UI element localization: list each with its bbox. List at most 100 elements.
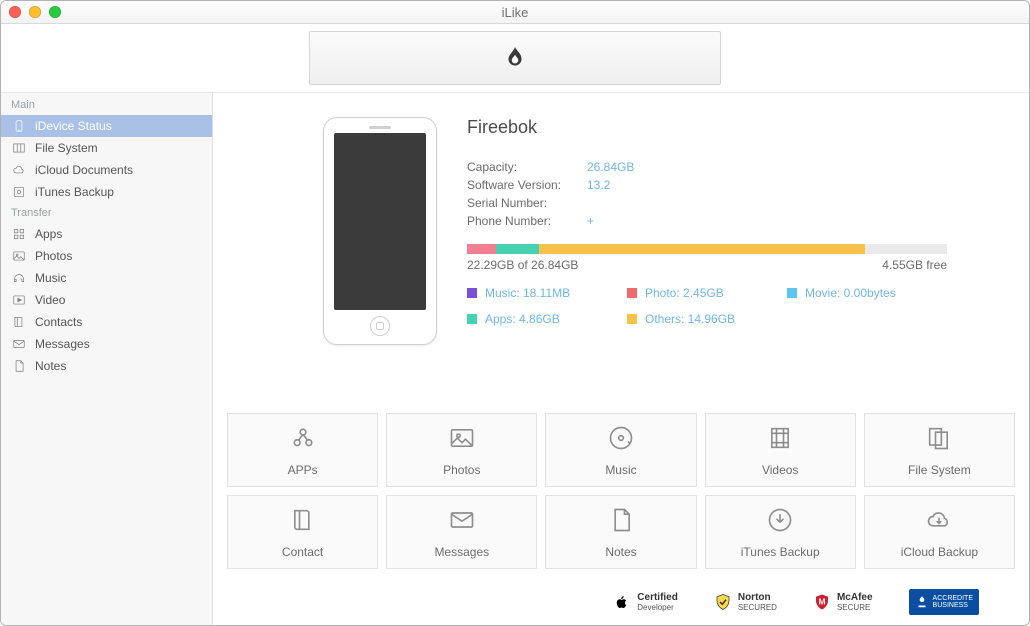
sidebar-item-label: iCloud Documents — [35, 163, 133, 177]
bbb-icon — [915, 593, 929, 611]
sidebar-item-idevice-status[interactable]: iDevice Status — [1, 115, 212, 137]
sidebar-item-label: iDevice Status — [35, 119, 112, 133]
tile-label: Notes — [605, 545, 636, 559]
mail-icon — [11, 337, 27, 351]
main-panel: Fireebok Capacity:26.84GB Software Versi… — [213, 93, 1029, 625]
badge-mcafee: M McAfeeSECURE — [813, 592, 873, 612]
svg-text:M: M — [819, 597, 826, 606]
sidebar-item-label: Video — [35, 293, 65, 307]
legend-text: Music: 18.11MB — [485, 286, 570, 300]
tile-notes[interactable]: Notes — [545, 495, 696, 569]
sidebar-item-messages[interactable]: Messages — [1, 333, 212, 355]
legend-swatch — [467, 314, 477, 324]
version-label: Software Version: — [467, 176, 587, 194]
used-text: 22.29GB of 26.84GB — [467, 258, 578, 272]
legend-item: Photo: 2.45GB — [627, 286, 787, 300]
legend-text: Movie: 0.00bytes — [805, 286, 896, 300]
film-icon — [766, 424, 794, 455]
sidebar-item-apps[interactable]: Apps — [1, 223, 212, 245]
free-text: 4.55GB free — [882, 258, 947, 272]
note-icon — [11, 359, 27, 373]
legend-item: Music: 18.11MB — [467, 286, 627, 300]
titlebar: iLike — [1, 1, 1029, 24]
sidebar-item-icloud-docs[interactable]: iCloud Documents — [1, 159, 212, 181]
legend-text: Others: 14.96GB — [645, 312, 735, 326]
tile-apps[interactable]: APPs — [227, 413, 378, 487]
headphones-icon — [11, 271, 27, 285]
storage-seg-apps — [496, 244, 539, 254]
sidebar-section-header: Main — [1, 95, 212, 115]
phone-label: Phone Number: — [467, 212, 587, 230]
legend-text: Photo: 2.45GB — [645, 286, 724, 300]
sidebar-item-contacts[interactable]: Contacts — [1, 311, 212, 333]
capacity-label: Capacity: — [467, 158, 587, 176]
download-icon — [766, 506, 794, 537]
tile-messages[interactable]: Messages — [386, 495, 537, 569]
tile-contact[interactable]: Contact — [227, 495, 378, 569]
sidebar-item-file-system[interactable]: File System — [1, 137, 212, 159]
files-icon — [925, 424, 953, 455]
sidebar-item-label: File System — [35, 141, 98, 155]
serial-label: Serial Number: — [467, 194, 587, 212]
disk-icon — [11, 185, 27, 199]
version-value: 13.2 — [587, 176, 610, 194]
badge-norton: NortonSECURED — [714, 592, 777, 612]
shield-icon: M — [813, 592, 831, 612]
storage-seg-free — [865, 244, 947, 254]
storage-bar — [467, 244, 947, 254]
storage-seg-music — [467, 244, 496, 254]
mail-icon — [448, 506, 476, 537]
sidebar: Main iDevice Status File System iCloud Docu… — [1, 93, 213, 625]
tile-fs[interactable]: File System — [864, 413, 1015, 487]
device-name: Fireebok — [467, 117, 947, 138]
legend-swatch — [467, 288, 477, 298]
storage-seg-others — [539, 244, 865, 254]
cloud-icon — [11, 163, 27, 177]
image-icon — [448, 424, 476, 455]
device-image — [323, 117, 437, 345]
tile-videos[interactable]: Videos — [705, 413, 856, 487]
tile-itunes[interactable]: iTunes Backup — [705, 495, 856, 569]
sidebar-item-video[interactable]: Video — [1, 289, 212, 311]
sidebar-item-itunes-backup[interactable]: iTunes Backup — [1, 181, 212, 203]
sidebar-item-photos[interactable]: Photos — [1, 245, 212, 267]
storage-legend: Music: 18.11MB Photo: 2.45GB Movie: 0.00by… — [467, 286, 947, 326]
toolbar — [1, 24, 1029, 93]
phone-icon — [11, 119, 27, 133]
play-icon — [11, 293, 27, 307]
grid-icon — [11, 227, 27, 241]
legend-swatch — [627, 314, 637, 324]
sidebar-item-label: Apps — [35, 227, 62, 241]
badge-certified: CertifiedDeveloper — [613, 592, 678, 612]
tile-photos[interactable]: Photos — [386, 413, 537, 487]
flame-icon — [502, 45, 528, 71]
legend-swatch — [627, 288, 637, 298]
legend-swatch — [787, 288, 797, 298]
badge-bbb: ACCREDITEBUSINESS — [909, 589, 979, 615]
legend-item: Apps: 4.86GB — [467, 312, 627, 326]
app-window: iLike Main iDevice Status File System iClou… — [0, 0, 1030, 626]
footer-badges: CertifiedDeveloper NortonSECURED M McAfe… — [223, 579, 1019, 625]
sidebar-item-notes[interactable]: Notes — [1, 355, 212, 377]
tile-grid: APPs Photos Music VideosFile System Contact M… — [223, 413, 1019, 579]
apps-icon — [289, 424, 317, 455]
legend-item: Movie: 0.00bytes — [787, 286, 947, 300]
shield-icon — [714, 592, 732, 612]
window-title: iLike — [1, 5, 1029, 20]
tile-label: Contact — [282, 545, 323, 559]
tile-label: Messages — [434, 545, 489, 559]
note-icon — [607, 506, 635, 537]
tile-label: Music — [605, 463, 636, 477]
sidebar-item-label: Notes — [35, 359, 66, 373]
tile-label: Photos — [443, 463, 480, 477]
book-icon — [11, 315, 27, 329]
cloud-sync-icon — [925, 506, 953, 537]
tile-icloud[interactable]: iCloud Backup — [864, 495, 1015, 569]
tile-music[interactable]: Music — [545, 413, 696, 487]
sidebar-item-label: Photos — [35, 249, 72, 263]
sidebar-item-label: iTunes Backup — [35, 185, 114, 199]
sidebar-section-header: Transfer — [1, 203, 212, 223]
sidebar-item-label: Music — [35, 271, 66, 285]
sidebar-item-music[interactable]: Music — [1, 267, 212, 289]
tile-label: APPs — [288, 463, 318, 477]
